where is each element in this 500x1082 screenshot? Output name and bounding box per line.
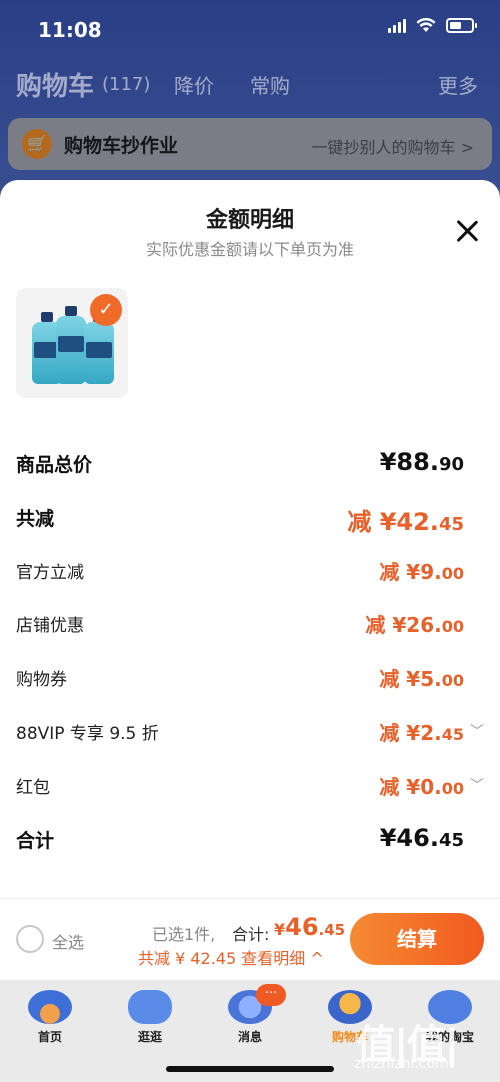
row-value: ¥46.45	[379, 824, 464, 852]
battery-icon	[446, 18, 477, 33]
row-shopping-voucher: 购物券 减 ¥5.00	[16, 663, 484, 693]
row-value: 减 ¥2.45	[379, 721, 464, 745]
more-button[interactable]: 更多	[438, 70, 478, 99]
watermark-url: zhizhizhi.com	[354, 1056, 449, 1072]
row-label: 官方立减	[16, 563, 84, 583]
row-label: 商品总价	[16, 454, 93, 476]
row-red-packet[interactable]: 红包 减 ¥0.00 ﹀	[16, 771, 484, 801]
cart-title: 购物车	[16, 72, 95, 102]
row-official-discount: 官方立减 减 ¥9.00	[16, 556, 484, 586]
copy-banner-subtitle: 一键抄别人的购物车 >	[311, 138, 475, 157]
wifi-icon	[416, 18, 436, 32]
home-indicator	[166, 1066, 334, 1072]
bottle-image	[84, 312, 114, 384]
row-value: 减 ¥0.00	[379, 775, 464, 799]
checkout-bar: 全选 已选1件, 合计: ¥46.45 共减 ¥ 42.45 查看明细 ^ 结算	[0, 898, 500, 980]
tab-messages[interactable]: ··· 消息	[200, 984, 300, 1048]
chevron-down-icon[interactable]: ﹀	[470, 775, 484, 795]
tab-label: 消息	[237, 1030, 262, 1044]
total-label: 合计:	[232, 925, 270, 944]
selected-count: 已选1件,	[152, 925, 216, 944]
row-label: 合计	[16, 830, 55, 852]
cart-header: 购物车 (117) 降价 常购 更多	[16, 64, 486, 104]
tab-price-drop[interactable]: 降价	[174, 70, 214, 99]
row-value: 减 ¥9.00	[379, 560, 464, 584]
close-icon[interactable]	[454, 218, 480, 244]
home-icon	[28, 990, 72, 1024]
status-bar: 11:08	[0, 0, 500, 58]
view-details-link[interactable]: 共减 ¥ 42.45 查看明细 ^	[138, 945, 324, 969]
row-subtotal: 商品总价 ¥88.90	[16, 448, 484, 478]
row-88vip-discount[interactable]: 88VIP 专享 9.5 折 减 ¥2.45 ﹀	[16, 717, 484, 747]
select-all-checkbox[interactable]	[16, 925, 44, 953]
sheet-title: 金额明细	[205, 208, 294, 233]
message-badge: ···	[256, 984, 286, 1006]
row-label: 共减	[16, 508, 55, 530]
row-total-discount: 共减 减 ¥42.45	[16, 502, 484, 536]
tab-explore[interactable]: 逛逛	[100, 986, 200, 1048]
chevron-down-icon[interactable]: ﹀	[470, 721, 484, 741]
tab-frequent[interactable]: 常购	[250, 70, 290, 99]
total-amount: ¥46.45	[274, 913, 346, 941]
row-label: 店铺优惠	[16, 616, 84, 636]
row-store-discount: 店铺优惠 减 ¥26.00	[16, 609, 484, 639]
tab-home[interactable]: 首页	[0, 986, 100, 1048]
checkout-button[interactable]: 结算	[350, 913, 484, 965]
bottle-image	[56, 306, 86, 384]
row-label: 88VIP 专享 9.5 折	[16, 724, 159, 744]
row-label: 购物券	[16, 670, 67, 690]
amount-detail-sheet: 金额明细 实际优惠金额请以下单页为准 ✓ 商品总价 ¥88.90 共减 减 ¥4…	[0, 180, 500, 898]
tab-label: 首页	[37, 1030, 62, 1044]
cart-page-background: 11:08 购物车 (117) 降价 常购 更多 🛒 购物车抄作业 一键抄别人的…	[0, 0, 500, 200]
selected-check-icon[interactable]: ✓	[90, 294, 122, 326]
shopping-cart-icon: 🛒	[22, 129, 52, 159]
copy-banner-title: 购物车抄作业	[64, 135, 179, 157]
cloud-icon	[128, 990, 172, 1024]
watermark: 值|值|值 zhizhizhi.com	[352, 1012, 492, 1082]
sheet-subtitle: 实际优惠金额请以下单页为准	[145, 240, 354, 259]
row-grand-total: 合计 ¥46.45	[16, 824, 484, 854]
row-value: ¥88.90	[379, 448, 464, 476]
cart-count: (117)	[102, 74, 151, 95]
row-value: 减 ¥26.00	[365, 613, 464, 637]
cellular-signal-icon	[388, 18, 406, 33]
copy-cart-banner[interactable]: 🛒 购物车抄作业 一键抄别人的购物车 >	[8, 118, 492, 170]
select-all-label[interactable]: 全选	[52, 929, 84, 953]
row-label: 红包	[16, 778, 50, 798]
row-value: 减 ¥42.45	[347, 508, 464, 536]
status-time: 11:08	[38, 18, 102, 42]
tab-label: 逛逛	[137, 1030, 162, 1044]
row-value: 减 ¥5.00	[379, 667, 464, 691]
status-icons	[388, 18, 477, 33]
